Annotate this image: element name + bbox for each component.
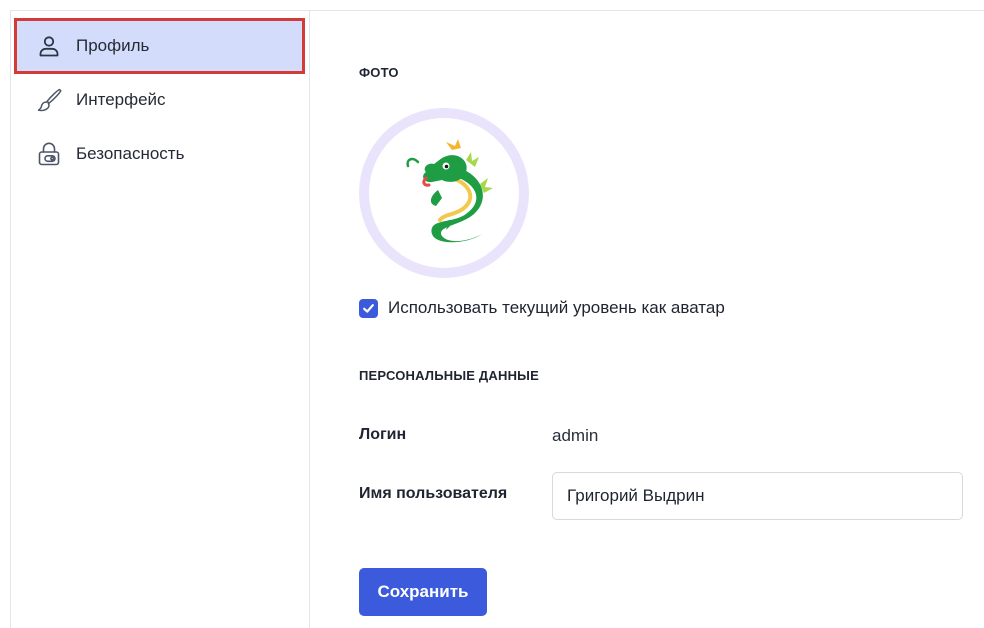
- checkbox-label: Использовать текущий уровень как аватар: [388, 298, 725, 317]
- check-icon: [363, 303, 374, 313]
- profile-content: ФОТО Использовать текущий уровень как ав…: [311, 11, 984, 628]
- lock-icon: [35, 140, 63, 168]
- username-label: Имя пользователя: [359, 485, 508, 502]
- dragon-icon: [406, 139, 493, 243]
- sidebar-item-label: Интерфейс: [76, 90, 166, 109]
- avatar[interactable]: [359, 108, 529, 278]
- photo-section-title: ФОТО: [359, 65, 399, 80]
- user-icon: [35, 32, 63, 60]
- use-level-avatar-checkbox[interactable]: Использовать текущий уровень как аватар: [359, 298, 725, 318]
- sidebar-item-interface[interactable]: Интерфейс: [16, 74, 303, 126]
- sidebar-item-label: Безопасность: [76, 144, 185, 163]
- login-label: Логин: [359, 426, 407, 443]
- brush-icon: [35, 86, 63, 114]
- sidebar-item-profile[interactable]: Профиль: [14, 18, 305, 74]
- sidebar-item-label: Профиль: [76, 36, 150, 55]
- sidebar: Профиль Интерфейс Безопасность: [11, 11, 310, 628]
- avatar-image-frame: [369, 118, 519, 268]
- personal-section-title: ПЕРСОНАЛЬНЫЕ ДАННЫЕ: [359, 368, 539, 383]
- sidebar-item-security[interactable]: Безопасность: [16, 128, 303, 180]
- login-value: admin: [552, 426, 599, 445]
- checkbox-checked[interactable]: [359, 298, 378, 318]
- save-button[interactable]: Сохранить: [359, 568, 487, 616]
- settings-window: Профиль Интерфейс Безопасность ФОТО Испо…: [0, 0, 984, 628]
- username-input[interactable]: [552, 472, 963, 520]
